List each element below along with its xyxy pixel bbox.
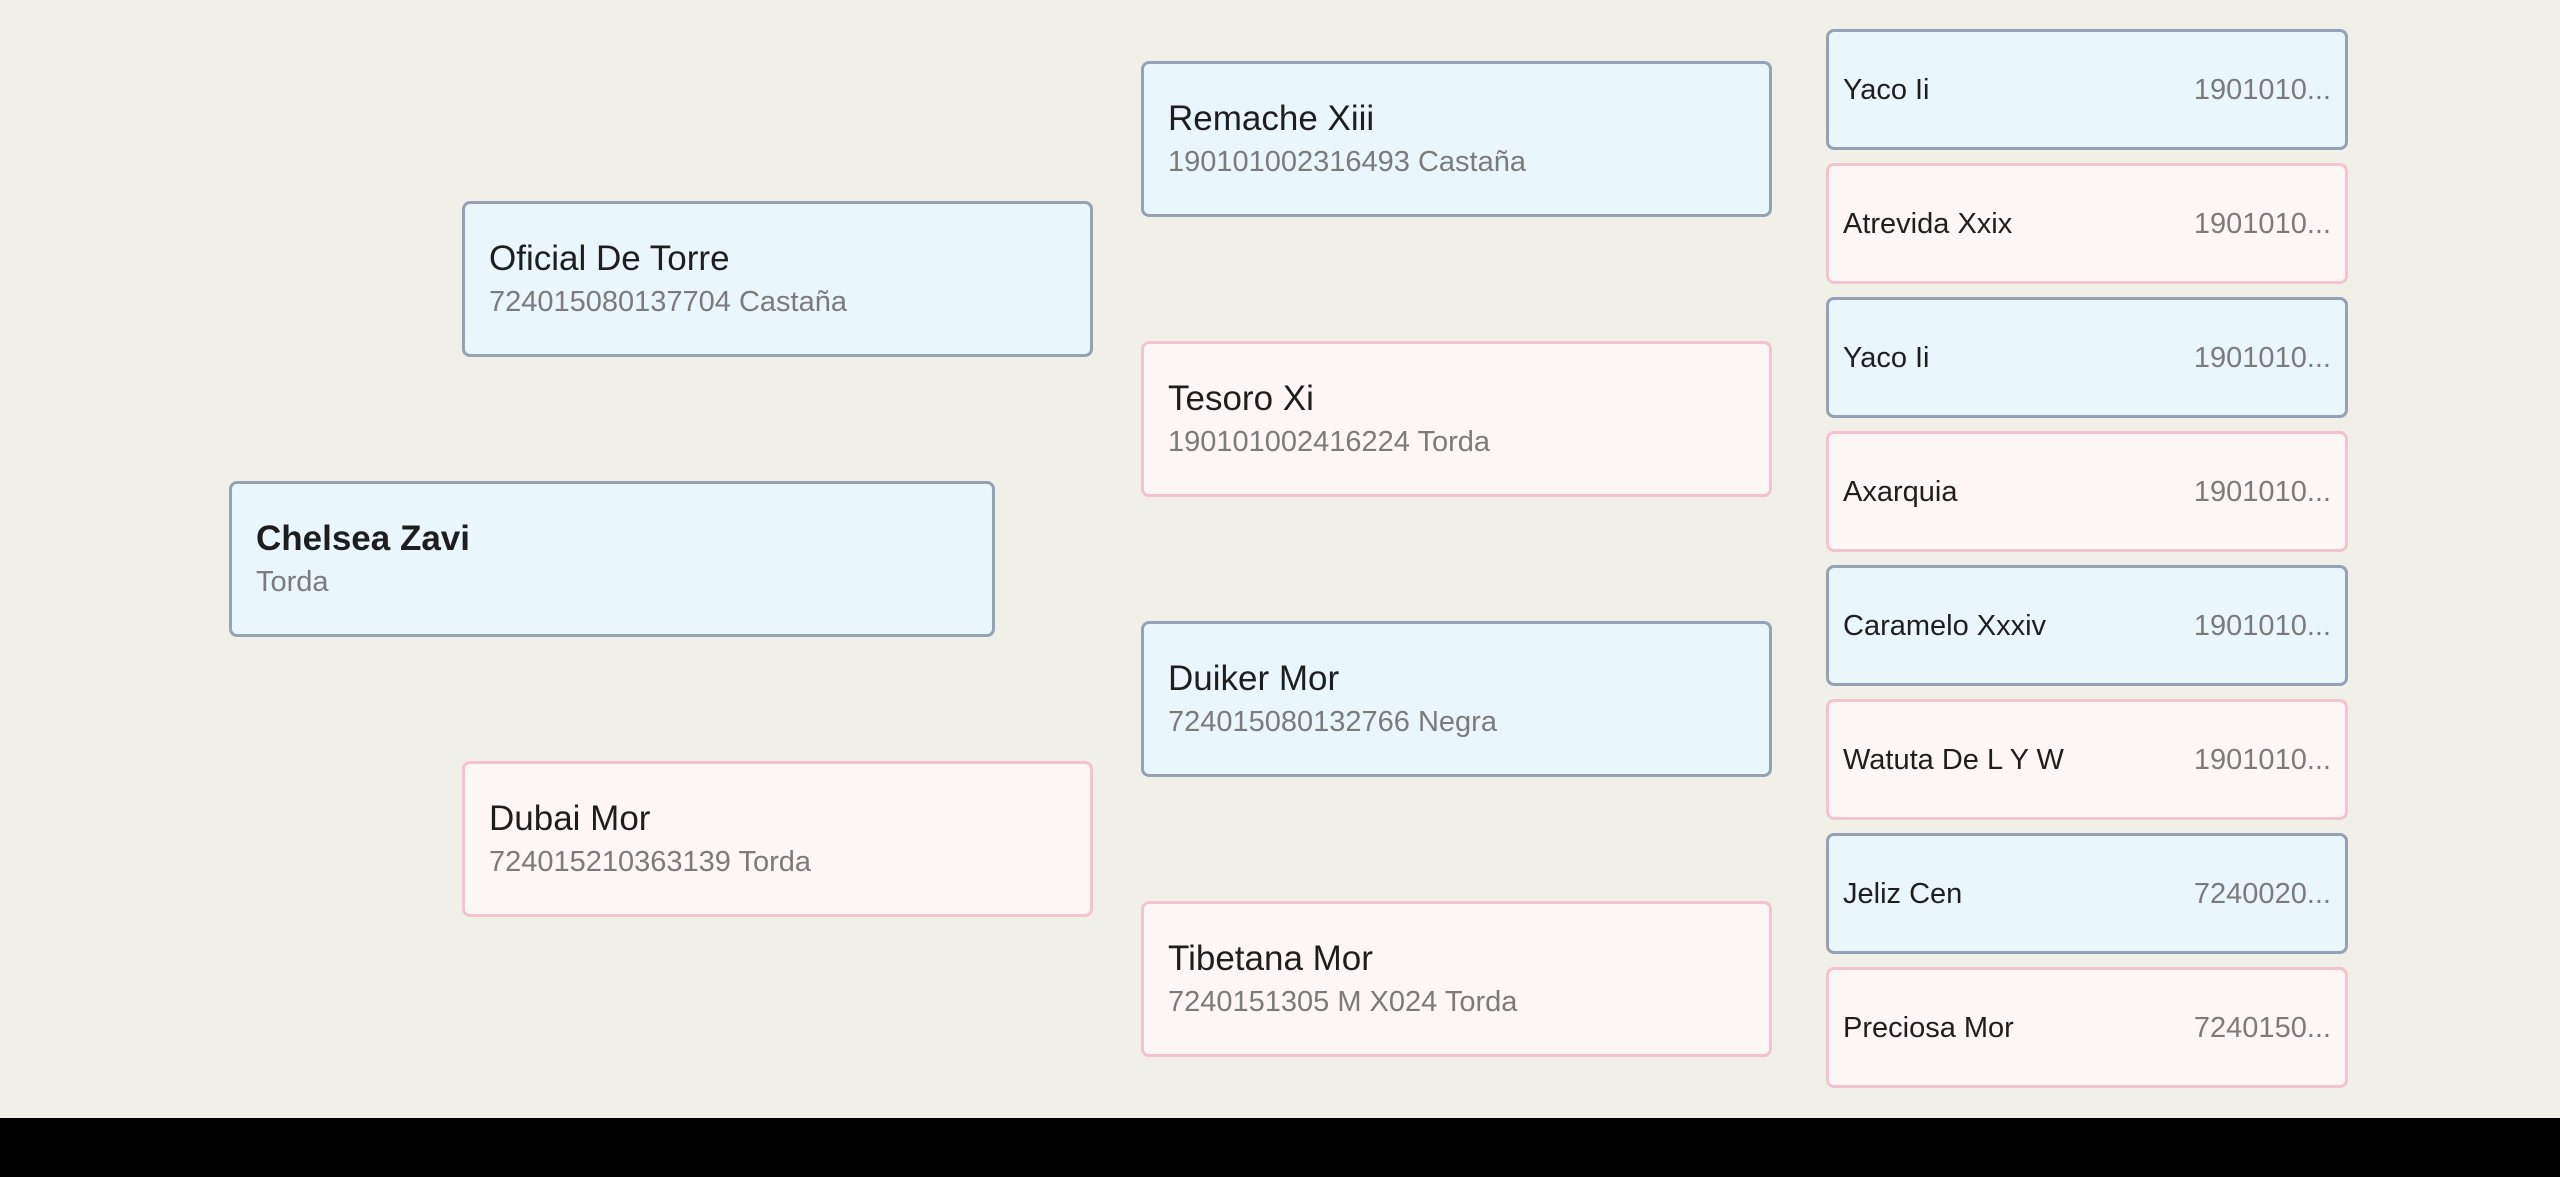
horse-name: Oficial De Torre	[489, 239, 730, 278]
horse-card-great-grandparent[interactable]: Axarquia 1901010...	[1826, 431, 2348, 552]
horse-name: Yaco Ii	[1843, 341, 1930, 374]
horse-details: 724015210363139 Torda	[489, 846, 812, 878]
horse-name: Duiker Mor	[1168, 659, 1340, 698]
horse-details: 190101002416224 Torda	[1168, 426, 1491, 458]
horse-details: 1901010...	[2193, 341, 2331, 374]
horse-details: 7240020...	[2193, 877, 2331, 910]
horse-card-sire[interactable]: Oficial De Torre 724015080137704 Castaña	[462, 201, 1093, 357]
horse-name: Dubai Mor	[489, 799, 651, 838]
horse-card-great-grandparent[interactable]: Atrevida Xxix 1901010...	[1826, 163, 2348, 284]
horse-details: 190101002316493 Castaña	[1168, 146, 1526, 178]
horse-details: 1901010...	[2193, 73, 2331, 106]
horse-card-great-grandparent[interactable]: Yaco Ii 1901010...	[1826, 29, 2348, 150]
horse-details: 724015080132766 Negra	[1168, 706, 1497, 738]
horse-details: 1901010...	[2193, 609, 2331, 642]
horse-name: Tesoro Xi	[1168, 379, 1314, 418]
horse-details: 7240151305 M X024 Torda	[1168, 986, 1518, 1018]
horse-card-root[interactable]: Chelsea Zavi Torda	[229, 481, 995, 637]
horse-card-great-grandparent[interactable]: Caramelo Xxxiv 1901010...	[1826, 565, 2348, 686]
horse-card-grandparent[interactable]: Remache Xiii 190101002316493 Castaña	[1141, 61, 1772, 217]
horse-details: 1901010...	[2193, 743, 2331, 776]
horse-card-great-grandparent[interactable]: Preciosa Mor 7240150...	[1826, 967, 2348, 1088]
horse-name: Watuta De L Y W	[1843, 743, 2064, 776]
horse-details: 7240150...	[2193, 1011, 2331, 1044]
horse-card-great-grandparent[interactable]: Yaco Ii 1901010...	[1826, 297, 2348, 418]
horse-name: Yaco Ii	[1843, 73, 1930, 106]
horse-card-great-grandparent[interactable]: Watuta De L Y W 1901010...	[1826, 699, 2348, 820]
horse-name: Tibetana Mor	[1168, 939, 1373, 978]
horse-card-grandparent[interactable]: Tibetana Mor 7240151305 M X024 Torda	[1141, 901, 1772, 1057]
horse-card-dam[interactable]: Dubai Mor 724015210363139 Torda	[462, 761, 1093, 917]
horse-details: 724015080137704 Castaña	[489, 286, 847, 318]
horse-name: Remache Xiii	[1168, 99, 1375, 138]
horse-name: Caramelo Xxxiv	[1843, 609, 2047, 642]
horse-name: Chelsea Zavi	[256, 519, 470, 558]
horse-details: 1901010...	[2193, 207, 2331, 240]
horse-name: Preciosa Mor	[1843, 1011, 2014, 1044]
horse-card-grandparent[interactable]: Tesoro Xi 190101002416224 Torda	[1141, 341, 1772, 497]
horse-details: 1901010...	[2193, 475, 2331, 508]
horse-details: Torda	[256, 566, 329, 598]
horse-card-great-grandparent[interactable]: Jeliz Cen 7240020...	[1826, 833, 2348, 954]
bottom-bar	[0, 1118, 2560, 1177]
horse-name: Atrevida Xxix	[1843, 207, 2013, 240]
horse-name: Jeliz Cen	[1843, 877, 1963, 910]
horse-card-grandparent[interactable]: Duiker Mor 724015080132766 Negra	[1141, 621, 1772, 777]
horse-name: Axarquia	[1843, 475, 1958, 508]
